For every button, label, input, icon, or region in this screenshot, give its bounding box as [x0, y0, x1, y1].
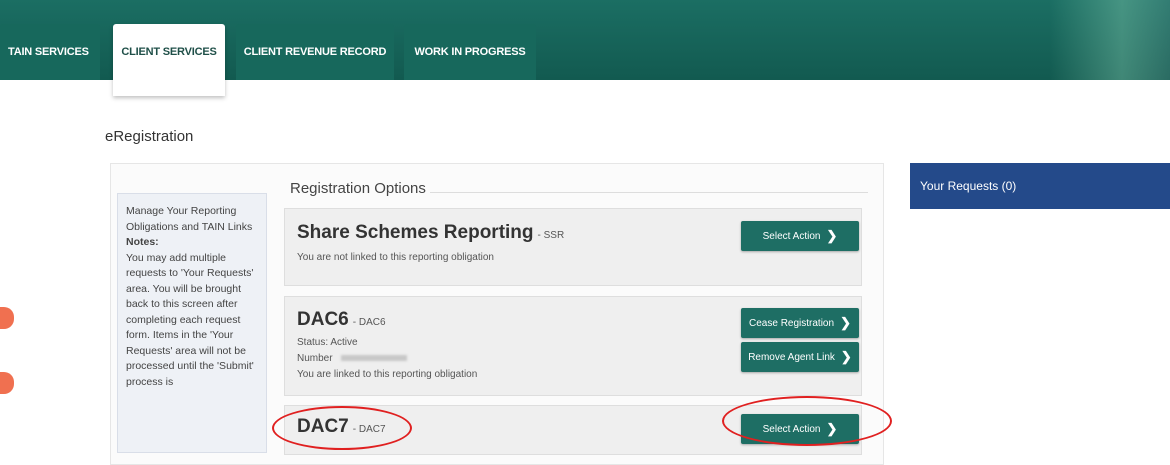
option-share-schemes: Share Schemes Reporting - SSR You are not… [284, 208, 862, 286]
redacted-number [340, 355, 407, 362]
annotation-circle-select-action [722, 396, 892, 446]
number-label: Number [297, 353, 333, 364]
option-status: Status: Active [297, 337, 358, 348]
remove-agent-link-button[interactable]: Remove Agent Link ❯ [741, 342, 859, 372]
legend-divider [430, 192, 868, 193]
select-action-button[interactable]: Select Action ❯ [741, 221, 859, 251]
option-link-status: You are linked to this reporting obligat… [297, 369, 478, 380]
option-title: DAC6- DAC6 [297, 309, 386, 331]
tab-work-in-progress[interactable]: WORK IN PROGRESS [404, 24, 536, 80]
page-title: eRegistration [105, 128, 194, 145]
notes-panel: Manage Your Reporting Obligations and TA… [117, 193, 267, 453]
notes-heading: Notes: [126, 236, 159, 248]
notes-body: You may add multiple requests to 'Your R… [126, 251, 254, 388]
chevron-right-icon: ❯ [840, 349, 852, 364]
option-link-status: You are not linked to this reporting obl… [297, 252, 494, 263]
option-code: - SSR [537, 230, 565, 241]
chevron-right-icon: ❯ [826, 228, 838, 243]
option-number: Number [297, 353, 407, 364]
notes-intro: Manage Your Reporting Obligations and TA… [126, 205, 253, 233]
decorative-edge-mark [0, 372, 14, 394]
tab-tain-services[interactable]: TAIN SERVICES [0, 24, 100, 80]
requests-header: Your Requests (0) [910, 163, 1170, 209]
decorative-edge-mark [0, 307, 14, 329]
option-title-text: Share Schemes Reporting [297, 222, 534, 243]
chevron-right-icon: ❯ [840, 315, 851, 330]
button-label: Remove Agent Link [748, 351, 835, 363]
requests-title: Your Requests (0) [920, 179, 1017, 193]
option-title-text: DAC6 [297, 309, 349, 330]
decorative-sheen [1050, 0, 1170, 80]
option-dac6: DAC6- DAC6 Status: Active Number You are… [284, 296, 862, 396]
annotation-circle-dac7 [272, 406, 412, 450]
cease-registration-button[interactable]: Cease Registration ❯ [741, 308, 859, 338]
option-code: - DAC6 [352, 317, 386, 328]
button-label: Select Action [762, 230, 821, 242]
option-title: Share Schemes Reporting - SSR [297, 222, 564, 244]
registration-options-legend: Registration Options [290, 180, 426, 197]
tab-client-services[interactable]: CLIENT SERVICES [113, 24, 225, 96]
requests-panel: Your Requests (0) [910, 163, 1170, 453]
button-label: Cease Registration [749, 317, 835, 329]
tab-client-revenue-record[interactable]: CLIENT REVENUE RECORD [236, 24, 394, 80]
